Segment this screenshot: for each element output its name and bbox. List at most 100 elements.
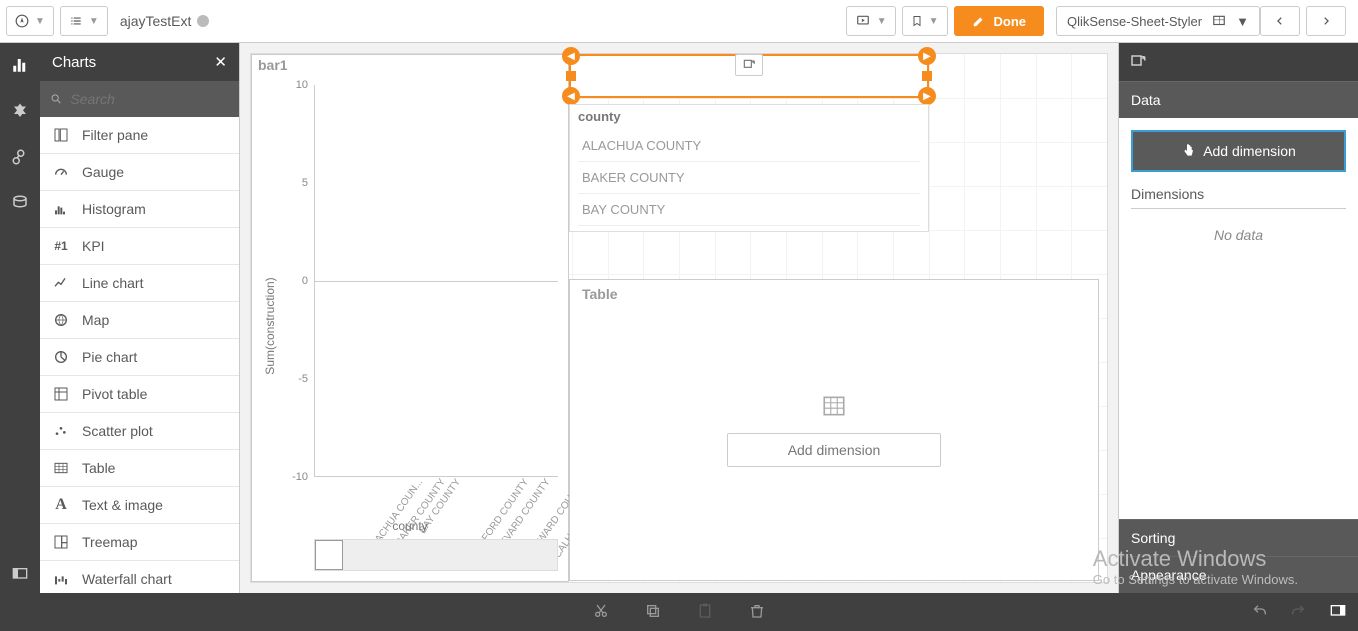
sorting-section[interactable]: Sorting	[1119, 519, 1358, 556]
bookmark-icon	[911, 14, 923, 28]
add-dimension-panel-button[interactable]: Add dimension	[1131, 130, 1346, 172]
data-section[interactable]: Data	[1119, 81, 1358, 118]
search-icon	[50, 92, 62, 106]
waterfall-icon	[52, 571, 70, 587]
asset-item-histogram[interactable]: Histogram	[40, 191, 239, 228]
asset-item-kpi[interactable]: #1KPI	[40, 228, 239, 265]
next-sheet-button[interactable]	[1306, 6, 1346, 36]
cut-button[interactable]	[593, 603, 609, 622]
add-dimension-button[interactable]: Add dimension	[727, 433, 942, 467]
asset-item-treemap[interactable]: Treemap	[40, 524, 239, 561]
sheet-selector[interactable]: QlikSense-Sheet-Styler ▼	[1056, 6, 1260, 36]
kpi-icon: #1	[52, 239, 70, 253]
story-button[interactable]: ▼	[846, 6, 896, 36]
copy-button[interactable]	[645, 603, 661, 622]
asset-item-line-chart[interactable]: Line chart	[40, 265, 239, 302]
panel-icon	[11, 566, 29, 582]
prev-sheet-button[interactable]	[1260, 6, 1300, 36]
main-area: Charts ✕ Filter pane Gauge Histogram #1K…	[0, 43, 1358, 593]
filter-item[interactable]: BAY COUNTY	[578, 194, 920, 226]
nav-compass-button[interactable]: ▼	[6, 6, 54, 36]
master-items-tab-icon[interactable]	[8, 145, 32, 169]
panel-toggle-button[interactable]	[0, 555, 40, 593]
left-icon-rail	[0, 43, 40, 593]
table-title: Table	[576, 284, 624, 304]
asset-item-waterfall[interactable]: Waterfall chart	[40, 561, 239, 593]
list-icon	[69, 14, 83, 28]
caret-icon: ▼	[1236, 14, 1249, 29]
resize-handle-se[interactable]: ▶	[918, 87, 936, 105]
filter-item[interactable]: ALACHUA COUNTY	[578, 130, 920, 162]
object-float-toggle[interactable]	[735, 54, 763, 76]
gauge-icon	[52, 164, 70, 180]
plot-area	[314, 85, 558, 477]
asset-item-label: Waterfall chart	[82, 571, 172, 587]
asset-item-label: Treemap	[82, 534, 138, 550]
done-button[interactable]: Done	[954, 6, 1045, 36]
cursor-hand-icon	[1181, 142, 1197, 160]
filter-item[interactable]: BAKER COUNTY	[578, 162, 920, 194]
resize-handle-w[interactable]	[566, 71, 576, 81]
search-input[interactable]	[70, 91, 229, 107]
expand-icon	[742, 58, 756, 72]
caret-icon: ▼	[929, 16, 939, 27]
scroll-thumb[interactable]	[315, 540, 343, 570]
asset-item-pivot-table[interactable]: Pivot table	[40, 376, 239, 413]
expand-icon[interactable]	[1129, 53, 1147, 71]
x-axis-label: county	[392, 519, 427, 533]
close-icon[interactable]: ✕	[214, 53, 227, 71]
asset-item-gauge[interactable]: Gauge	[40, 154, 239, 191]
asset-item-table[interactable]: Table	[40, 450, 239, 487]
asset-item-pie-chart[interactable]: Pie chart	[40, 339, 239, 376]
top-toolbar: ▼ ▼ ajayTestExt ▼ ▼ Done QlikSense-Sheet…	[0, 0, 1358, 43]
grid-background: bar1 Sum(construction) 1050-5-10 ALACHUA…	[250, 53, 1108, 583]
sheet-icon	[1212, 14, 1226, 28]
app-title: ajayTestExt	[120, 13, 210, 29]
resize-handle-e[interactable]	[922, 71, 932, 81]
asset-item-label: Text & image	[82, 497, 163, 513]
add-dimension-label: Add dimension	[1203, 143, 1296, 159]
no-data-label: No data	[1131, 209, 1346, 261]
resize-handle-nw[interactable]: ◀	[562, 47, 580, 65]
charts-tab-icon[interactable]	[8, 53, 32, 77]
status-dot-icon	[197, 15, 209, 27]
pivot-table-icon	[52, 386, 70, 402]
table-object[interactable]: Table Add dimension	[569, 279, 1099, 581]
bar-chart-title: bar1	[252, 55, 568, 75]
fields-tab-icon[interactable]	[8, 191, 32, 215]
asset-item-label: Histogram	[82, 201, 146, 217]
delete-button[interactable]	[749, 603, 765, 622]
bottom-toolbar	[0, 593, 1358, 631]
asset-item-filter-pane[interactable]: Filter pane	[40, 117, 239, 154]
custom-objects-tab-icon[interactable]	[8, 99, 32, 123]
bookmark-button[interactable]: ▼	[902, 6, 948, 36]
panel-right-toggle[interactable]	[1328, 603, 1348, 622]
undo-button[interactable]	[1252, 603, 1268, 622]
filter-list: ALACHUA COUNTYBAKER COUNTYBAY COUNTY	[570, 126, 928, 230]
redo-button[interactable]	[1290, 603, 1306, 622]
bar-chart-object[interactable]: bar1 Sum(construction) 1050-5-10 ALACHUA…	[251, 54, 569, 582]
filter-pane-object[interactable]: county ALACHUA COUNTYBAKER COUNTYBAY COU…	[569, 104, 929, 232]
resize-handle-ne[interactable]: ▶	[918, 47, 936, 65]
appearance-section[interactable]: Appearance	[1119, 556, 1358, 593]
resize-handle-sw[interactable]: ◀	[562, 87, 580, 105]
asset-item-scatter-plot[interactable]: Scatter plot	[40, 413, 239, 450]
property-panel: Data Add dimension Dimensions No data So…	[1118, 43, 1358, 593]
nav-list-button[interactable]: ▼	[60, 6, 108, 36]
pencil-icon	[972, 14, 986, 28]
done-label: Done	[994, 14, 1027, 29]
chevron-right-icon	[1321, 15, 1331, 27]
asset-item-text-image[interactable]: AText & image	[40, 487, 239, 524]
caret-icon: ▼	[89, 16, 99, 27]
paste-button[interactable]	[697, 603, 713, 622]
asset-search[interactable]	[40, 81, 239, 117]
pie-chart-icon	[52, 349, 70, 365]
table-placeholder-icon	[821, 393, 847, 419]
asset-item-map[interactable]: Map	[40, 302, 239, 339]
asset-item-label: Map	[82, 312, 109, 328]
scatter-plot-icon	[52, 423, 70, 439]
sheet-canvas[interactable]: bar1 Sum(construction) 1050-5-10 ALACHUA…	[240, 43, 1118, 593]
selected-object[interactable]: ◀ ▶ ◀ ▶	[569, 54, 929, 98]
chart-scrollbar[interactable]	[314, 539, 558, 571]
map-icon	[52, 312, 70, 328]
